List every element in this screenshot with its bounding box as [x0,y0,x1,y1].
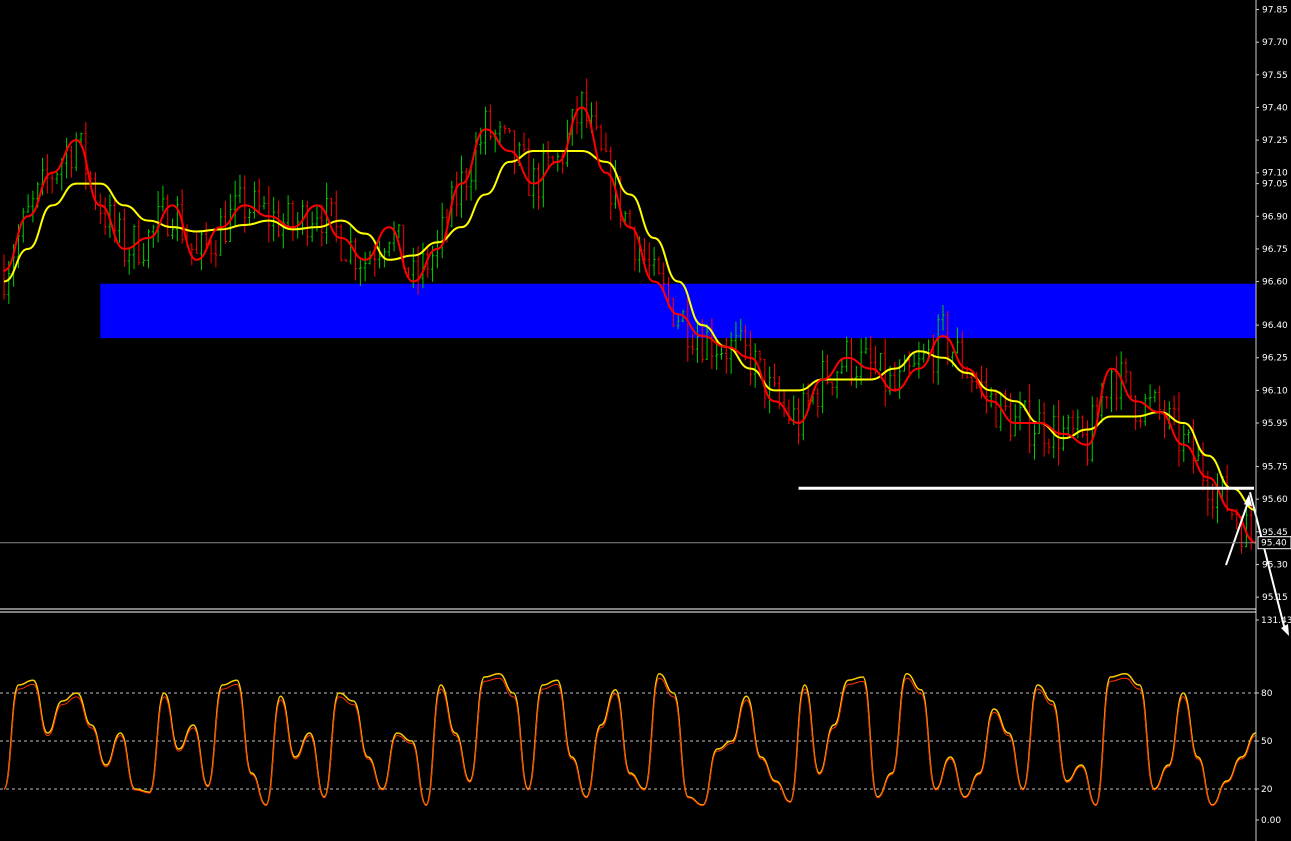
stochastic-tick-label: 131.43 [1261,616,1291,626]
stochastic-tick-label: 50 [1261,737,1273,747]
price-tick-label: 97.10 [1262,169,1288,179]
resistance-zone [100,283,1256,339]
price-tick-label: 97.25 [1262,136,1288,146]
stochastic-tick-label: 80 [1261,689,1273,699]
price-tick-label: 95.95 [1262,419,1288,429]
price-tick-label: 97.70 [1262,38,1288,48]
forex-chart: 95.40 97.85 97.70 97.55 97.40 97.25 97.1097.05… [0,0,1291,841]
price-tick-label: 96.40 [1262,321,1288,331]
price-tick-label: 95.15 [1262,593,1288,603]
price-tick-label: 97.85 [1262,6,1288,16]
price-tick-label: 96.10 [1262,386,1288,396]
price-tick-label: 95.30 [1262,560,1288,570]
price-tick-label: 96.90 [1262,212,1288,222]
price-tick-label: 96.60 [1262,278,1288,288]
price-tick-label: 96.25 [1262,354,1288,364]
price-tick-label: 97.05 [1262,180,1288,190]
stochastic-tick-label: 20 [1261,785,1273,795]
price-tick-label: 95.60 [1262,495,1288,505]
price-tick-label: 95.45 [1262,528,1288,538]
price-tick-label: 97.40 [1262,103,1288,113]
price-tick-label: 95.75 [1262,463,1288,473]
current-price-label: 95.40 [1261,539,1287,549]
price-tick-label: 96.75 [1262,245,1288,255]
price-tick-label: 97.55 [1262,71,1288,81]
stochastic-tick-label: 0.00 [1261,816,1281,826]
